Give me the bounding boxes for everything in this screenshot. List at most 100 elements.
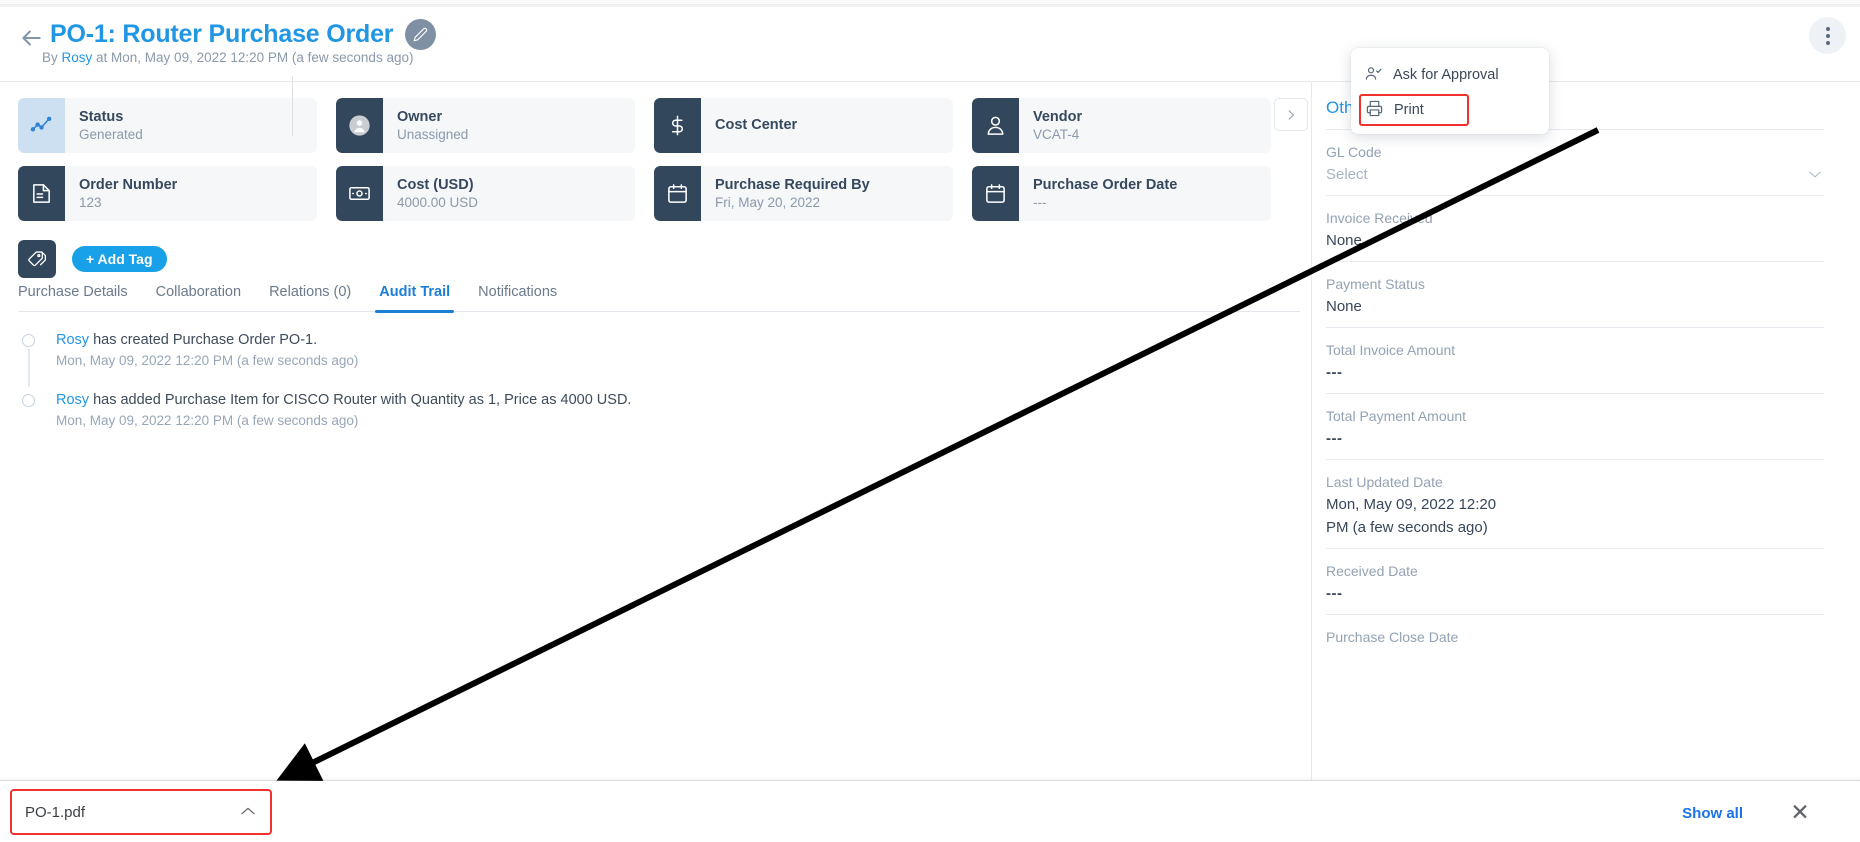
- dollar-icon: [654, 98, 701, 153]
- card-owner[interactable]: Owner Unassigned: [336, 98, 635, 153]
- close-icon[interactable]: ✕: [1784, 796, 1816, 828]
- tab-relations[interactable]: Relations (0): [255, 284, 365, 312]
- download-bar-divider: [292, 76, 293, 136]
- banknote-icon: [336, 166, 383, 221]
- download-bar: PO-1.pdf Show all ✕: [0, 780, 1860, 842]
- card-label: Purchase Order Date: [1033, 176, 1178, 193]
- byline-rest: at Mon, May 09, 2022 12:20 PM (a few sec…: [92, 50, 414, 65]
- tag-row: + Add Tag: [18, 240, 167, 278]
- menu-item-ask-for-approval[interactable]: Ask for Approval: [1351, 58, 1549, 92]
- card-text: Cost Center: [701, 98, 797, 153]
- card-value: 4000.00 USD: [397, 194, 479, 210]
- summary-card-row-1: Status Generated Owner Unassigned Cost C…: [18, 98, 1298, 153]
- details-sidebar: Oth GL Code Select Invoice Received None…: [1311, 82, 1860, 842]
- card-label: Owner: [397, 108, 443, 125]
- card-label: Order Number: [79, 176, 178, 193]
- field-value: None: [1326, 298, 1362, 315]
- download-file-name: PO-1.pdf: [25, 803, 86, 821]
- add-tag-button[interactable]: + Add Tag: [72, 246, 167, 272]
- timeline-dot-icon: [22, 334, 35, 347]
- download-item-po-1-pdf[interactable]: PO-1.pdf: [10, 789, 272, 835]
- field-label: Payment Status: [1326, 276, 1425, 292]
- field-value: ---: [1326, 585, 1343, 602]
- sidebar-field-payment-status: Payment Status None: [1326, 261, 1824, 327]
- timeline-connector: [28, 349, 30, 387]
- calendar-icon: [654, 166, 701, 221]
- menu-item-label: Print: [1394, 102, 1424, 118]
- audit-entry-text: Rosy has added Purchase Item for CISCO R…: [56, 390, 1292, 410]
- kebab-dot: [1825, 26, 1830, 31]
- sidebar-field-gl-code[interactable]: GL Code Select: [1326, 129, 1824, 195]
- audit-entry-user[interactable]: Rosy: [56, 332, 89, 348]
- show-all-downloads-button[interactable]: Show all: [1670, 799, 1755, 828]
- field-value: ---: [1326, 364, 1343, 381]
- card-value: Generated: [79, 126, 143, 142]
- card-vendor[interactable]: Vendor VCAT-4: [972, 98, 1271, 153]
- user-icon: [972, 98, 1019, 153]
- card-label: Status: [79, 108, 124, 125]
- card-text: Status Generated: [65, 108, 143, 144]
- page-title: PO-1: Router Purchase Order: [50, 20, 394, 48]
- field-label: Last Updated Date: [1326, 474, 1443, 490]
- more-vertical-icon[interactable]: [1809, 17, 1846, 54]
- card-purchase-order-date[interactable]: Purchase Order Date ---: [972, 166, 1271, 221]
- field-value: Select: [1326, 166, 1368, 183]
- byline-user-link[interactable]: Rosy: [62, 50, 93, 65]
- sidebar-inner: Oth GL Code Select Invoice Received None…: [1312, 82, 1860, 657]
- chevron-down-icon[interactable]: [1808, 166, 1822, 184]
- kebab-dot: [1825, 40, 1830, 45]
- kebab-dot: [1825, 33, 1830, 38]
- browser-top-strip: [0, 0, 1860, 7]
- title-row: PO-1: Router Purchase Order: [50, 19, 437, 50]
- menu-item-print[interactable]: Print: [1359, 94, 1469, 126]
- field-label: GL Code: [1326, 144, 1382, 160]
- card-cost-usd[interactable]: Cost (USD) 4000.00 USD: [336, 166, 635, 221]
- timeline-dot-icon: [22, 394, 35, 407]
- field-label: Received Date: [1326, 563, 1418, 579]
- card-value: Unassigned: [397, 126, 469, 142]
- byline-prefix: By: [42, 50, 62, 65]
- card-purchase-required-by[interactable]: Purchase Required By Fri, May 20, 2022: [654, 166, 953, 221]
- cards-next-button[interactable]: [1274, 98, 1308, 131]
- card-status[interactable]: Status Generated: [18, 98, 317, 153]
- audit-entry-text: Rosy has created Purchase Order PO-1.: [56, 330, 1292, 350]
- sidebar-field-last-updated-date: Last Updated Date Mon, May 09, 2022 12:2…: [1326, 459, 1824, 548]
- card-value: VCAT-4: [1033, 126, 1080, 142]
- document-icon: [18, 166, 65, 221]
- audit-entry-body: has created Purchase Order PO-1.: [89, 332, 318, 348]
- card-text: Cost (USD) 4000.00 USD: [383, 176, 478, 212]
- tab-notifications[interactable]: Notifications: [464, 284, 571, 312]
- audit-trail-list: Rosy has created Purchase Order PO-1. Mo…: [22, 330, 1292, 450]
- field-label: Invoice Received: [1326, 210, 1433, 226]
- menu-item-label: Ask for Approval: [1393, 67, 1499, 83]
- field-value: Mon, May 09, 2022 12:20 PM (a few second…: [1326, 496, 1497, 536]
- card-value: 123: [79, 194, 102, 210]
- card-label: Vendor: [1033, 108, 1083, 125]
- page-header: PO-1: Router Purchase Order By Rosy at M…: [0, 7, 1860, 82]
- audit-trail-entry: Rosy has added Purchase Item for CISCO R…: [22, 390, 1292, 432]
- card-order-number[interactable]: Order Number 123: [18, 166, 317, 221]
- summary-card-row-2: Order Number 123 Cost (USD) 4000.00 USD: [18, 166, 1298, 221]
- tab-audit-trail[interactable]: Audit Trail: [365, 284, 464, 313]
- pencil-icon[interactable]: [405, 19, 437, 50]
- card-text: Purchase Required By Fri, May 20, 2022: [701, 176, 870, 212]
- audit-entry-user[interactable]: Rosy: [56, 392, 89, 408]
- byline: By Rosy at Mon, May 09, 2022 12:20 PM (a…: [42, 50, 413, 65]
- back-arrow-icon[interactable]: [18, 25, 44, 51]
- card-cost-center[interactable]: Cost Center: [654, 98, 953, 153]
- card-label: Cost Center: [715, 117, 798, 133]
- field-label: Total Invoice Amount: [1326, 342, 1456, 358]
- browser-top-strip-inner: [0, 0, 1860, 5]
- tab-bar: Purchase Details Collaboration Relations…: [18, 283, 1300, 313]
- sidebar-field-total-payment-amount: Total Payment Amount ---: [1326, 393, 1824, 459]
- card-value: Fri, May 20, 2022: [715, 194, 821, 210]
- tab-purchase-details[interactable]: Purchase Details: [18, 284, 142, 312]
- user-check-icon: [1365, 65, 1382, 86]
- chevron-up-icon[interactable]: [240, 803, 256, 821]
- context-menu: Ask for Approval Print: [1351, 48, 1549, 134]
- tab-collaboration[interactable]: Collaboration: [142, 284, 255, 312]
- sidebar-field-received-date: Received Date ---: [1326, 548, 1824, 614]
- card-text: Order Number 123: [65, 176, 177, 212]
- calendar-icon: [972, 166, 1019, 221]
- tags-icon: [18, 240, 56, 278]
